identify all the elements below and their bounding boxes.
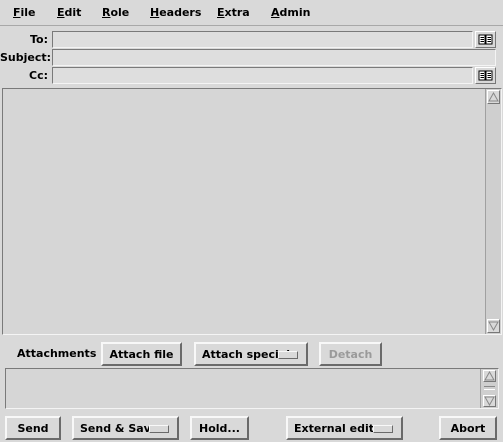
attach-file-button[interactable]: Attach file [101,342,182,366]
attachments-scroll-thumb[interactable] [484,386,495,390]
attachments-scrollbar[interactable] [480,369,498,408]
menu-headers[interactable]: Headers [150,6,201,20]
abort-button[interactable]: Abort [439,416,497,440]
menu-file[interactable]: File [13,6,36,20]
menu-admin[interactable]: Admin [271,6,310,20]
arrow-down-icon [488,321,499,332]
arrow-up-icon [488,91,499,102]
subject-label: Subject: [0,51,52,64]
arrow-down-icon [484,396,495,407]
scroll-down-button[interactable] [487,319,500,333]
detach-button[interactable]: Detach [319,342,382,366]
cc-label: Cc: [29,69,48,82]
menu-extra-label: xtra [224,6,250,19]
address-book-icon [478,34,493,45]
menu-role[interactable]: Role [102,6,129,20]
message-body-text[interactable] [6,92,484,330]
menubar: File Edit Role Headers Extra Admin [0,0,503,26]
send-button[interactable]: Send [5,416,61,440]
attachments-list[interactable] [5,368,499,409]
send-save-menu[interactable]: Send & Save [72,416,179,440]
menu-extra-mnemonic: E [217,6,225,19]
menu-admin-mnemonic: A [271,6,280,19]
option-menu-indicator-icon [278,351,298,359]
menu-admin-label: dmin [279,6,311,19]
menu-edit-label: dit [64,6,82,19]
menu-file-label: ile [20,6,36,19]
message-body-panel [2,88,502,335]
option-menu-indicator-icon [373,425,393,433]
attachments-scroll-down-button[interactable] [483,395,496,407]
arrow-up-icon [484,370,495,381]
scroll-up-button[interactable] [487,90,500,104]
option-menu-indicator-icon [149,425,169,433]
menu-headers-mnemonic: H [150,6,160,19]
menu-edit[interactable]: Edit [57,6,81,20]
hold-button[interactable]: Hold... [190,416,249,440]
attach-special-menu[interactable]: Attach special [194,342,308,366]
menu-extra[interactable]: Extra [217,6,250,20]
cc-address-book-button[interactable] [475,67,496,84]
attachments-label: Attachments [17,347,97,360]
attachments-scroll-up-button[interactable] [483,370,496,382]
to-label: To: [30,33,48,46]
subject-input[interactable] [52,49,496,66]
send-save-label: Send & Save [80,421,159,435]
menu-headers-label: eaders [159,6,202,19]
attach-special-label: Attach special [202,347,290,361]
external-editor-menu[interactable]: External editor [286,416,403,440]
address-book-icon [478,70,493,81]
menu-file-mnemonic: F [13,6,21,19]
to-input[interactable] [52,31,473,48]
menu-role-label: ole [110,6,130,19]
message-body-scrollbar[interactable] [485,89,501,334]
to-address-book-button[interactable] [475,31,496,48]
cc-input[interactable] [52,67,473,84]
menu-edit-mnemonic: E [57,6,65,19]
